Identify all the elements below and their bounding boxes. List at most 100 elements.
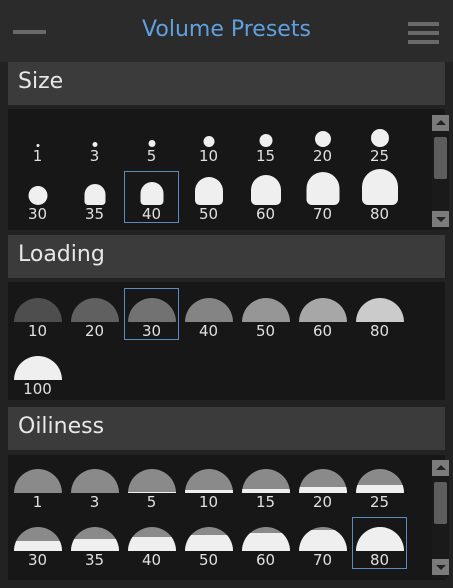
oiliness-swatch <box>184 527 233 551</box>
oiliness-swatch <box>127 527 176 551</box>
oiliness-preset-80[interactable]: 80 <box>352 517 407 569</box>
loading-swatch <box>13 298 62 322</box>
scroll-down-icon[interactable] <box>432 211 449 227</box>
size-preset-50[interactable]: 50 <box>181 171 236 223</box>
size-swatch <box>148 140 155 147</box>
scroll-up-icon[interactable] <box>432 460 449 476</box>
size-preset-25[interactable]: 25 <box>352 113 407 165</box>
section-label-size: Size <box>18 69 64 94</box>
size-preset-10[interactable]: 10 <box>181 113 236 165</box>
oiliness-swatch <box>127 469 176 493</box>
preset-value-label: 30 <box>27 551 48 569</box>
scroll-thumb[interactable] <box>434 137 447 179</box>
volume-presets-panel: Volume Presets Size 1 3 5 10 15 20 25 30 35 40 50 6… <box>0 0 453 588</box>
oiliness-swatch <box>298 527 347 551</box>
preset-value-label: 35 <box>84 205 105 223</box>
size-swatch <box>28 186 47 205</box>
size-swatch <box>194 177 223 205</box>
preset-value-label: 40 <box>141 551 162 569</box>
section-header-loading[interactable]: Loading <box>8 235 445 278</box>
preset-value-label: 30 <box>141 322 162 340</box>
size-swatch <box>306 172 339 205</box>
preset-value-label: 3 <box>89 147 100 165</box>
size-preset-70[interactable]: 70 <box>295 171 350 223</box>
preset-value-label: 60 <box>312 322 333 340</box>
preset-value-label: 20 <box>312 147 333 165</box>
loading-preset-20[interactable]: 20 <box>67 288 122 340</box>
loading-swatch <box>70 298 119 322</box>
loading-swatch <box>241 298 290 322</box>
size-swatch <box>361 169 398 205</box>
size-preset-40[interactable]: 40 <box>124 171 179 223</box>
preset-value-label: 70 <box>312 205 333 223</box>
oiliness-preset-10[interactable]: 10 <box>181 459 236 511</box>
size-swatch <box>203 136 214 147</box>
oiliness-preset-70[interactable]: 70 <box>295 517 350 569</box>
preset-value-label: 5 <box>146 493 157 511</box>
oiliness-swatch <box>241 469 290 493</box>
oiliness-preset-15[interactable]: 15 <box>238 459 293 511</box>
preset-value-label: 40 <box>198 322 219 340</box>
loading-preset-30[interactable]: 30 <box>124 288 179 340</box>
size-preset-80[interactable]: 80 <box>352 169 407 223</box>
oiliness-preset-40[interactable]: 40 <box>124 517 179 569</box>
oiliness-swatch <box>70 527 119 551</box>
loading-preset-grid: 10 20 30 40 50 60 80 100 <box>8 282 445 400</box>
scroll-down-icon[interactable] <box>432 559 449 575</box>
size-preset-3[interactable]: 3 <box>67 113 122 165</box>
oiliness-preset-30[interactable]: 30 <box>10 517 65 569</box>
loading-preset-40[interactable]: 40 <box>181 288 236 340</box>
size-preset-60[interactable]: 60 <box>238 171 293 223</box>
oiliness-preset-50[interactable]: 50 <box>181 517 236 569</box>
size-scrollbar[interactable] <box>432 115 449 230</box>
title-bar: Volume Presets <box>0 0 453 62</box>
scroll-thumb[interactable] <box>434 482 447 524</box>
oiliness-preset-35[interactable]: 35 <box>67 517 122 569</box>
loading-preset-60[interactable]: 60 <box>295 288 350 340</box>
size-preset-30[interactable]: 30 <box>10 171 65 223</box>
section-header-size[interactable]: Size <box>8 62 445 105</box>
preset-value-label: 10 <box>198 147 219 165</box>
size-swatch <box>259 134 272 147</box>
scroll-up-icon[interactable] <box>432 115 449 131</box>
oiliness-swatch <box>355 469 404 493</box>
loading-swatch <box>298 298 347 322</box>
preset-value-label: 20 <box>312 493 333 511</box>
preset-value-label: 25 <box>369 493 390 511</box>
oiliness-preset-60[interactable]: 60 <box>238 517 293 569</box>
oiliness-preset-3[interactable]: 3 <box>67 459 122 511</box>
oiliness-scrollbar[interactable] <box>432 460 449 578</box>
panel-title: Volume Presets <box>142 17 311 42</box>
loading-preset-50[interactable]: 50 <box>238 288 293 340</box>
preset-value-label: 40 <box>141 205 162 223</box>
preset-value-label: 10 <box>27 322 48 340</box>
preset-value-label: 100 <box>23 380 52 398</box>
preset-value-label: 80 <box>369 322 390 340</box>
oiliness-swatch <box>298 469 347 493</box>
size-preset-20[interactable]: 20 <box>295 113 350 165</box>
loading-preset-80[interactable]: 80 <box>352 288 407 340</box>
size-preset-1[interactable]: 1 <box>10 113 65 165</box>
size-swatch <box>370 129 389 147</box>
preset-value-label: 10 <box>198 493 219 511</box>
loading-swatch <box>184 298 233 322</box>
section-header-oiliness[interactable]: Oiliness <box>8 407 445 450</box>
loading-preset-100[interactable]: 100 <box>10 346 65 398</box>
oiliness-preset-20[interactable]: 20 <box>295 459 350 511</box>
hamburger-menu-icon[interactable] <box>408 22 439 44</box>
preset-value-label: 35 <box>84 551 105 569</box>
size-preset-15[interactable]: 15 <box>238 113 293 165</box>
preset-value-label: 5 <box>146 147 157 165</box>
oiliness-preset-1[interactable]: 1 <box>10 459 65 511</box>
section-label-loading: Loading <box>18 242 105 267</box>
loading-preset-10[interactable]: 10 <box>10 288 65 340</box>
preset-value-label: 80 <box>369 551 390 569</box>
size-preset-5[interactable]: 5 <box>124 113 179 165</box>
preset-value-label: 1 <box>32 147 43 165</box>
size-preset-grid: 1 3 5 10 15 20 25 30 35 40 50 60 70 80 <box>8 109 445 230</box>
oiliness-swatch <box>241 527 290 551</box>
oiliness-swatch <box>13 527 62 551</box>
oiliness-preset-5[interactable]: 5 <box>124 459 179 511</box>
size-preset-35[interactable]: 35 <box>67 171 122 223</box>
oiliness-preset-25[interactable]: 25 <box>352 459 407 511</box>
